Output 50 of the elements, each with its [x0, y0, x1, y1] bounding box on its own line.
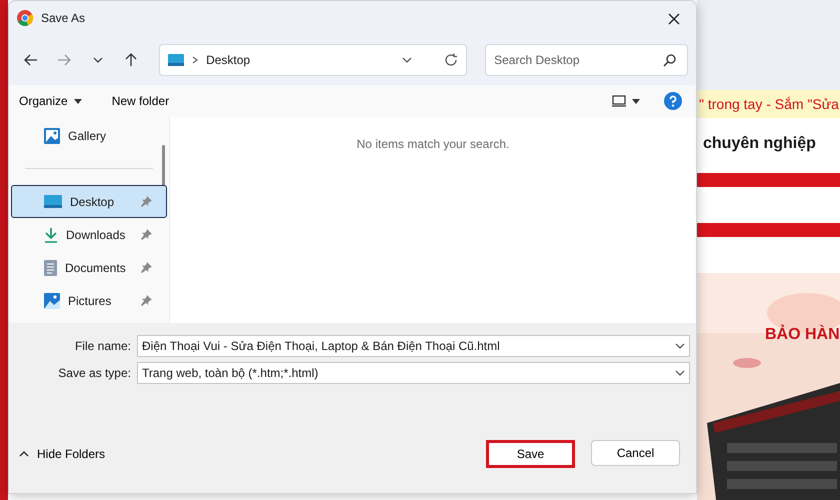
hide-folders-button[interactable]: Hide Folders — [19, 445, 106, 463]
chevron-down-icon — [675, 343, 685, 349]
dropdown-field[interactable]: Điện Thoại Vui - Sửa Điện Thoại, Laptop & Bán Điện Thoại Cũ.html — [137, 335, 690, 357]
forward-arrow-icon — [57, 53, 72, 67]
new-folder-button[interactable]: New folder — [112, 90, 170, 112]
empty-message: No items match your search. — [356, 136, 510, 151]
help-icon — [664, 92, 682, 110]
address-bar[interactable]: Desktop — [159, 44, 468, 76]
caret-icon — [632, 98, 640, 104]
desktop-icon — [44, 195, 62, 208]
desktop-icon — [168, 54, 184, 66]
sidebar-item[interactable]: Desktop — [11, 185, 167, 218]
caret-icon — [74, 98, 82, 104]
close-icon — [668, 13, 680, 26]
pin-icon — [141, 295, 152, 306]
dialog-button[interactable]: Save — [486, 440, 575, 468]
chevron-down-icon — [92, 57, 103, 63]
search-field[interactable]: Search Desktop — [485, 44, 688, 76]
chevron-up-icon — [19, 451, 29, 457]
chevron-down-icon — [675, 370, 685, 376]
search-icon[interactable] — [662, 54, 676, 67]
field-label: File name: — [74, 338, 131, 355]
pictures-icon — [44, 292, 60, 308]
dropdown-field[interactable]: Trang web, toàn bộ (*.htm;*.html) — [137, 362, 690, 384]
view-button[interactable] — [612, 93, 640, 109]
pin-icon — [141, 262, 152, 273]
sidebar-item[interactable]: Downloads — [11, 218, 167, 251]
browser-logo-icon — [17, 10, 33, 26]
pin-icon — [141, 229, 152, 240]
chevron-right-icon — [192, 56, 198, 64]
banner-text: " trong tay - Sắm "Sửa — [697, 90, 840, 118]
sidebar-item[interactable]: Pictures — [11, 284, 167, 317]
chevron-down-icon — [402, 57, 412, 63]
up-arrow-icon — [124, 53, 138, 67]
dialog-button[interactable]: Cancel — [591, 440, 680, 466]
document-icon — [44, 260, 57, 276]
download-icon — [44, 226, 58, 242]
pin-icon — [141, 196, 152, 207]
heading: chuyên nghiệp — [702, 134, 817, 154]
help-button[interactable] — [664, 90, 682, 112]
gallery-icon — [44, 128, 60, 144]
organize-button[interactable]: Organize — [19, 90, 82, 112]
sidebar-item[interactable]: Documents — [11, 251, 167, 284]
field-label: Save as type: — [57, 365, 131, 382]
sidebar-item[interactable]: Gallery — [11, 119, 167, 152]
promo-text: BẢO HÀN — [765, 324, 840, 345]
laptop-icon — [612, 95, 626, 107]
back-arrow-icon — [24, 53, 38, 67]
refresh-icon — [444, 53, 458, 67]
window-title: Save As — [41, 10, 86, 27]
